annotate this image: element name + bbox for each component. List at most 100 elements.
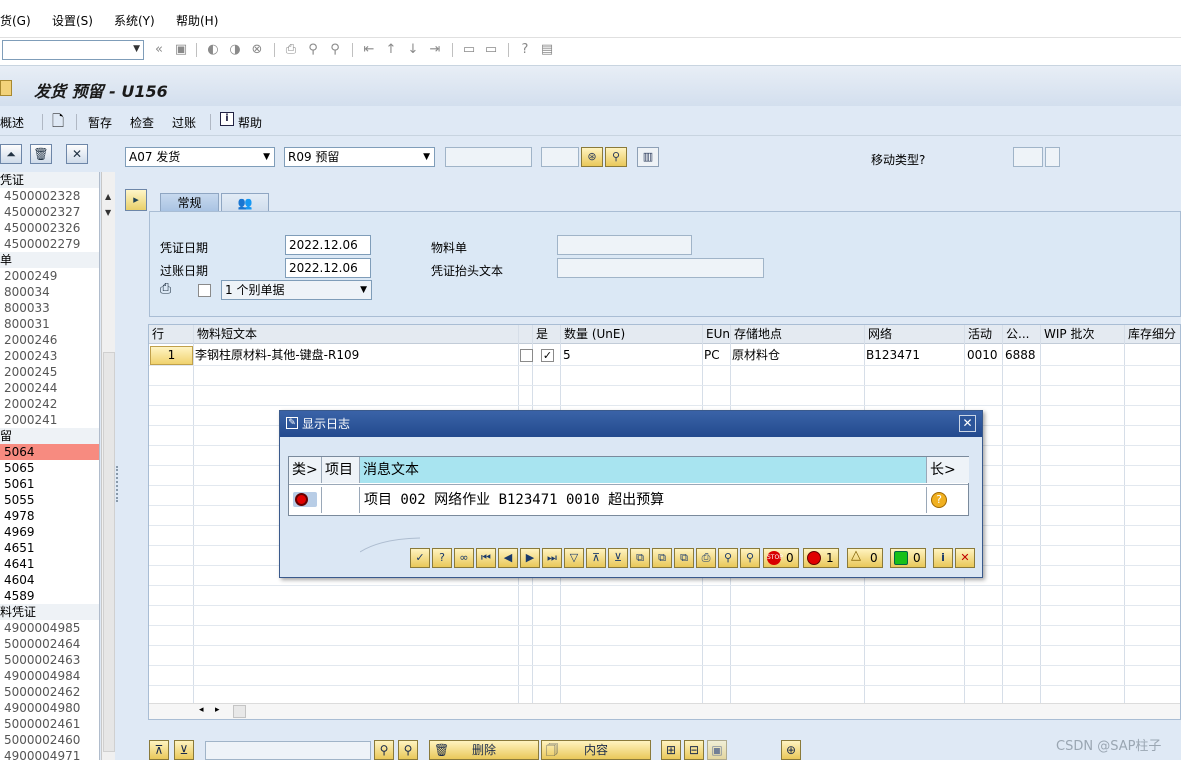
close-icon[interactable]: ✕ [959,415,976,432]
tree-folder[interactable]: 料凭证 [0,604,99,620]
scroll-up-icon[interactable]: ▲ [105,192,111,201]
material-text-cell[interactable]: 李钢柱原材料-其他-键盘-R109 [195,346,359,365]
tree-item[interactable]: 800033 [0,300,99,316]
select-all-icon[interactable]: ⊼ [149,740,169,760]
find-icon[interactable]: ⚲ [304,41,322,59]
print-icon[interactable]: ⎙ [282,41,300,59]
error-count-button[interactable]: 1 [803,548,839,568]
execute-icon[interactable]: ⊛ [581,147,603,167]
save-icon[interactable]: ▣ [172,41,190,59]
post-date-field[interactable]: 2022.12.06 [285,258,371,278]
reference-number-field[interactable] [445,147,532,167]
tree-folder[interactable]: 凭证 [0,172,99,188]
tab-general[interactable]: 常规 [160,193,219,212]
log-longtext-cell[interactable]: ? [927,487,969,513]
deselect-all-icon[interactable]: ⊻ [174,740,194,760]
scroll-thumb[interactable] [103,352,115,752]
previous-icon[interactable]: ◀ [498,548,518,568]
tree-item[interactable]: 4589 [0,588,99,604]
new-session-icon[interactable]: ▭ [460,41,478,59]
check-icon[interactable]: ✓ [410,548,430,568]
tree-item[interactable]: 2000244 [0,380,99,396]
tree-item[interactable]: 2000242 [0,396,99,412]
info-icon[interactable]: i [220,112,234,126]
back-icon[interactable]: ◐ [204,41,222,59]
item-ok-checkbox[interactable]: ✓ [541,349,554,362]
menu-goods[interactable]: 货(G) [0,12,31,29]
header-text-field[interactable] [557,258,764,278]
cancel-icon[interactable]: ⊗ [248,41,266,59]
next-page-icon[interactable]: ↓ [404,41,422,59]
scroll-down-icon[interactable]: ▼ [105,208,111,217]
document-tree[interactable]: 凭证 4500002328 4500002327 4500002326 45000022… [0,172,100,760]
tree-item[interactable]: 4604 [0,572,99,588]
first-icon[interactable]: ⏮ [476,548,496,568]
technical-info-icon[interactable]: ∞ [454,548,474,568]
tree-item[interactable]: 5064 [0,444,99,460]
new-document-icon[interactable]: 🗋 [52,111,64,136]
log-message-cell[interactable]: 项目 002 网络作业 B123471 0010 超出预算 [360,487,927,513]
tree-item[interactable]: 5000002460 [0,732,99,748]
storage-cell[interactable]: 原材料仓 [732,346,780,365]
printer-icon[interactable]: ⎙ [160,281,171,297]
col-type[interactable]: 类> [289,457,322,483]
hierarchy-icon[interactable]: ⊟ [684,740,704,760]
binoculars-icon[interactable]: ⚲ [605,147,627,167]
tree-item[interactable]: 5000002463 [0,652,99,668]
next-icon[interactable]: ▶ [520,548,540,568]
post-button[interactable]: 过账 [172,114,196,131]
col-message[interactable]: 消息文本 [360,457,927,483]
tree-item[interactable]: 4651 [0,540,99,556]
col-long-text[interactable]: 长> [927,457,969,483]
tree-item[interactable]: 2000249 [0,268,99,284]
help-icon[interactable]: ? [432,548,452,568]
scroll-right-icon[interactable]: ▸ [215,705,220,715]
print-checkbox[interactable] [198,284,211,297]
trash-icon[interactable]: 🗑 [30,144,52,164]
qty-cell[interactable]: 5 [563,346,571,365]
tree-item[interactable]: 4978 [0,508,99,524]
movement-type-field[interactable] [1013,147,1043,167]
export-icon[interactable]: ⧉ [674,548,694,568]
bottom-search-field[interactable] [205,741,371,760]
tree-item[interactable]: 800034 [0,284,99,300]
copy-icon[interactable]: ⧉ [630,548,650,568]
scroll-left-icon[interactable]: ◂ [199,705,204,715]
tree-item[interactable]: 5000002464 [0,636,99,652]
tree-item[interactable]: 2000246 [0,332,99,348]
tree-item[interactable]: 2000245 [0,364,99,380]
tree-item[interactable]: 4500002328 [0,188,99,204]
tree-item[interactable]: 2000241 [0,412,99,428]
reference-select[interactable]: R09 预留 ▼ [284,147,435,167]
menu-settings[interactable]: 设置(S) [52,12,93,29]
tree-item[interactable]: 4500002279 [0,236,99,252]
binoculars-icon[interactable]: ⚲ [374,740,394,760]
unit-cell[interactable]: PC [704,346,720,365]
add-row-icon[interactable]: ⊕ [781,740,801,760]
shortcut-icon[interactable]: ▭ [482,41,500,59]
delete-button[interactable]: 🗑 删除 [429,740,539,760]
menu-system[interactable]: 系统(Y) [114,12,155,29]
tree-item[interactable]: 4500002327 [0,204,99,220]
activity-cell[interactable]: 0010 [967,346,998,365]
tree-folder[interactable]: 单 [0,252,99,268]
col-item[interactable]: 项目 [322,457,360,483]
success-count-button[interactable]: 0 [890,548,926,568]
company-cell[interactable]: 6888 [1005,346,1036,365]
flag-checkbox[interactable] [520,349,533,362]
tree-item[interactable]: 2000243 [0,348,99,364]
tree-folder[interactable]: 留 [0,428,99,444]
tree-item[interactable]: 5061 [0,476,99,492]
movement-type-extra[interactable] [1045,147,1060,167]
find-next-icon[interactable]: ⚲ [740,548,760,568]
find-next-icon[interactable]: ⚲ [398,740,418,760]
scroll-thumb[interactable] [233,705,246,718]
question-icon[interactable]: ? [931,492,947,508]
table-hscrollbar[interactable]: ◂ ▸ [149,703,1180,719]
log-type-cell[interactable] [289,487,322,513]
stop-count-button[interactable]: STOP 0 [763,548,799,568]
sort-descending-icon[interactable]: ⊻ [608,548,628,568]
tree-item[interactable]: 5055 [0,492,99,508]
prev-page-icon[interactable]: ↑ [382,41,400,59]
find-icon[interactable]: ⚲ [718,548,738,568]
